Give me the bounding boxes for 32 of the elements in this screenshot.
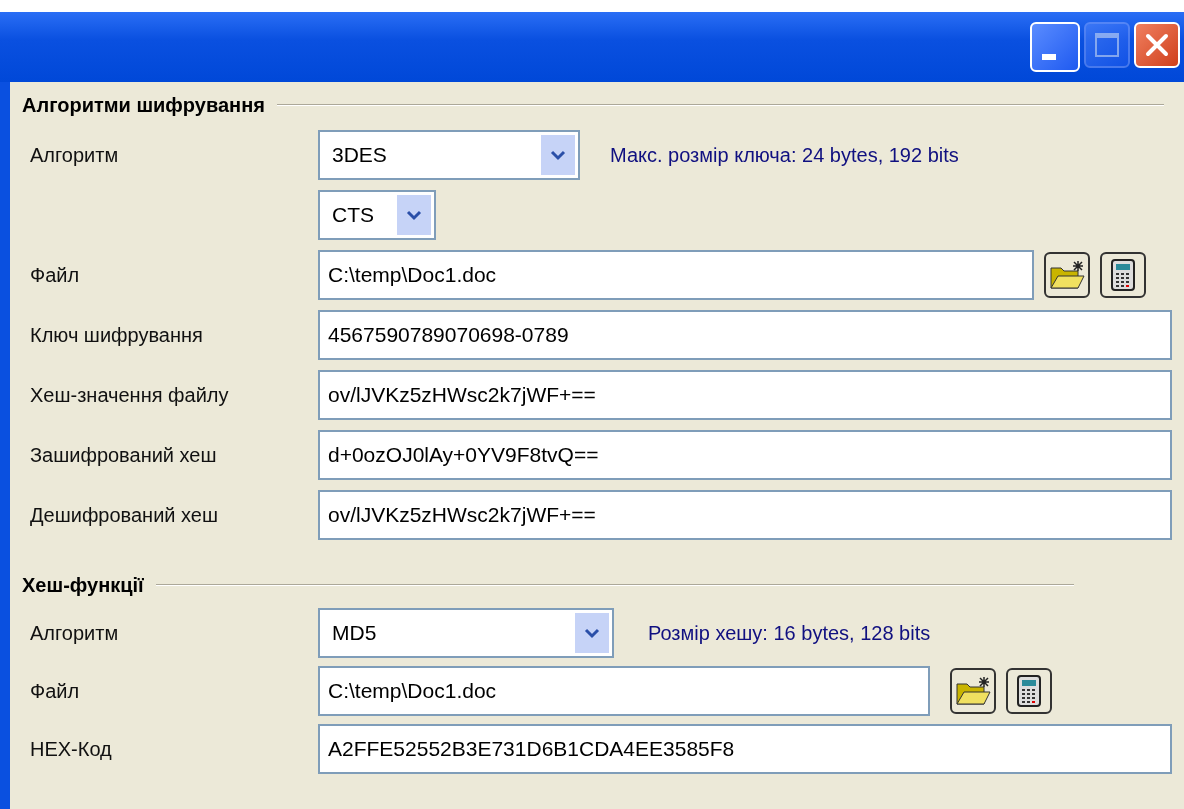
dropdown[interactable]: MD5 xyxy=(318,608,614,658)
input-field[interactable]: ov/lJVKz5zHWsc2k7jWF+== xyxy=(318,370,1172,420)
field-label: Зашифрований хеш xyxy=(29,443,218,467)
info-text: Макс. розмір ключа: 24 bytes, 192 bits xyxy=(610,143,959,167)
field-label: Дешифрований хеш xyxy=(29,503,219,527)
field-label: Ключ шифрування xyxy=(29,323,204,347)
input-field[interactable]: ov/lJVKz5zHWsc2k7jWF+== xyxy=(318,490,1172,540)
open-folder-button[interactable] xyxy=(950,668,996,714)
dropdown[interactable]: CTS xyxy=(318,190,436,240)
input-field[interactable]: C:\temp\Doc1.doc xyxy=(318,250,1034,300)
calculate-button[interactable] xyxy=(1006,668,1052,714)
section-title: Хеш-функції xyxy=(22,573,144,597)
input-field[interactable]: 4567590789070698-0789 xyxy=(318,310,1172,360)
input-field[interactable]: d+0ozOJ0lAy+0YV9F8tvQ== xyxy=(318,430,1172,480)
folder-icon xyxy=(1048,258,1086,292)
field-label: Файл xyxy=(29,679,81,703)
folder-icon xyxy=(954,674,992,708)
close-button[interactable] xyxy=(1134,22,1180,68)
open-folder-button[interactable] xyxy=(1044,252,1090,298)
info-text: Розмір хешу: 16 bytes, 128 bits xyxy=(648,621,931,645)
calculate-button[interactable] xyxy=(1100,252,1146,298)
field-label: HEX-Код xyxy=(29,737,113,761)
minimize-icon xyxy=(1042,54,1056,60)
dropdown[interactable]: 3DES xyxy=(318,130,580,180)
field-label: Файл xyxy=(29,263,81,287)
field-label: Алгоритм xyxy=(29,621,120,645)
section-title: Алгоритми шифрування xyxy=(22,93,265,117)
field-label: Хеш-значення файлу xyxy=(29,383,230,407)
minimize-button[interactable] xyxy=(1030,22,1080,72)
input-field[interactable]: C:\temp\Doc1.doc xyxy=(318,666,930,716)
input-field[interactable]: A2FFE52552B3E731D6B1CDA4EE3585F8 xyxy=(318,724,1172,774)
field-label: Алгоритм xyxy=(29,143,120,167)
